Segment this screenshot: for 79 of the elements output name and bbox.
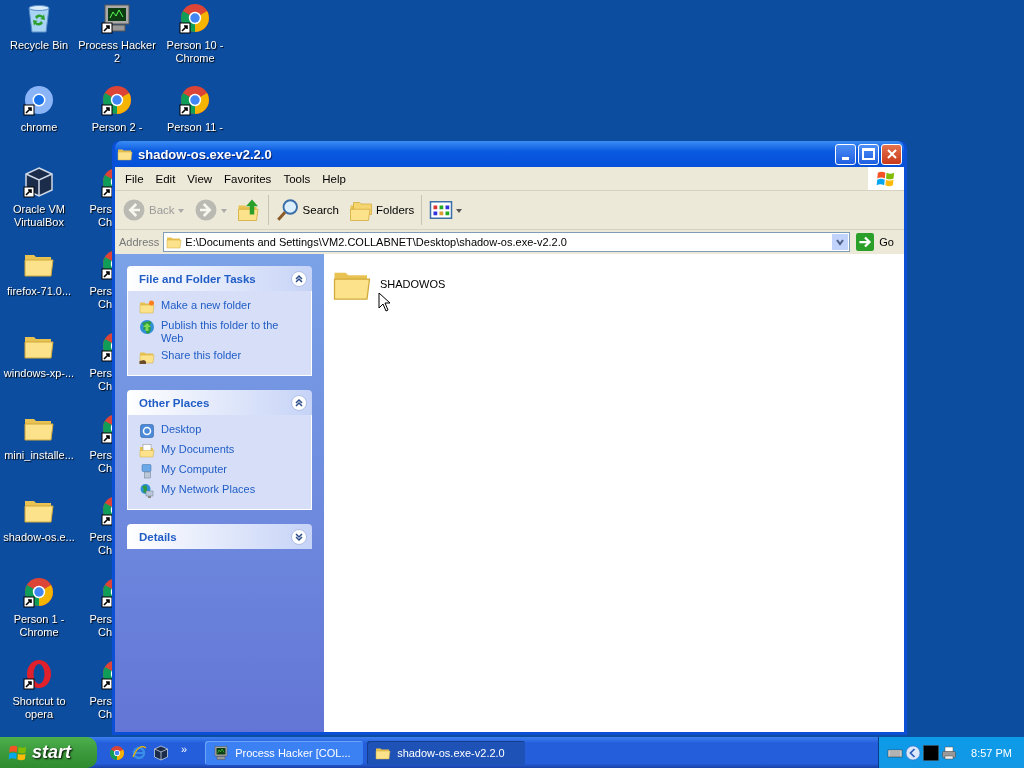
console-icon[interactable]: [923, 744, 940, 761]
close-button[interactable]: [881, 143, 902, 165]
close-icon: [886, 149, 897, 159]
icon-label: shadow-os.e...: [3, 531, 75, 544]
browser-icon[interactable]: [179, 2, 211, 34]
caret-icon: [835, 237, 846, 247]
icon-label: Person 1 - Chrome: [13, 613, 65, 639]
folder-icon: [139, 299, 155, 315]
more-chevron[interactable]: »: [175, 742, 194, 763]
icon-label: Process Hacker 2: [78, 39, 156, 65]
menu-item[interactable]: Help: [316, 172, 352, 185]
browser-icon[interactable]: [101, 84, 133, 116]
icon-label: Pers Ch: [89, 449, 112, 475]
icon-label: firefox-71.0...: [6, 285, 72, 298]
menu-item[interactable]: Tools: [277, 172, 317, 185]
network-icon: [139, 483, 155, 499]
icon-label: Oracle VM VirtualBox: [13, 203, 65, 229]
browser-icon[interactable]: [23, 576, 55, 608]
monitor-icon[interactable]: [101, 2, 133, 34]
start-button[interactable]: start: [0, 737, 97, 768]
clock: 8:57 PM: [971, 746, 1012, 759]
browser-icon[interactable]: [23, 84, 55, 116]
file-name[interactable]: SHADOWOS: [380, 278, 446, 290]
task-link[interactable]: Make a new folder: [161, 299, 251, 312]
icon-label: chrome: [20, 121, 58, 134]
icon-label: Pers Ch: [89, 695, 112, 721]
task-link[interactable]: My Network Places: [161, 483, 256, 496]
expand-icon[interactable]: [291, 528, 307, 545]
swoosh-icon[interactable]: [131, 744, 147, 761]
icon-label: Recycle Bin: [9, 39, 69, 52]
minimize-button[interactable]: [835, 143, 856, 165]
icon-label: Pers Ch: [89, 203, 112, 229]
panel-header[interactable]: Other Places: [127, 390, 312, 415]
icon-label: Pers Ch: [89, 285, 112, 311]
icon-label: Pers Ch: [89, 531, 112, 557]
collapse-icon[interactable]: [291, 394, 307, 411]
documents-icon: [139, 443, 155, 459]
icon-label: Person 2 -: [91, 121, 143, 134]
menu-item[interactable]: View: [181, 172, 219, 185]
icon-label: Pers Ch: [89, 613, 112, 639]
collapse-icon[interactable]: [291, 270, 307, 287]
monitor-icon: [213, 744, 230, 761]
views-icon: [429, 198, 454, 222]
task-link[interactable]: My Documents: [161, 443, 235, 456]
menu-item[interactable]: File: [119, 172, 150, 185]
taskbar-button[interactable]: shadow-os.exe-v2.2.0: [367, 740, 526, 765]
address-label: Address: [119, 236, 160, 248]
cube-icon[interactable]: [23, 166, 55, 198]
taskbar-button[interactable]: Process Hacker [COL...: [205, 740, 364, 765]
computer-icon: [139, 463, 155, 479]
panel-header[interactable]: Details: [127, 524, 312, 549]
panel-header[interactable]: File and Folder Tasks: [127, 266, 312, 291]
menu-item[interactable]: Edit: [149, 172, 182, 185]
search-button[interactable]: Search: [272, 196, 342, 224]
task-link[interactable]: Desktop: [161, 423, 202, 436]
icon-label: mini_installe...: [4, 449, 74, 462]
search-icon: [275, 198, 300, 222]
maximize-button[interactable]: [858, 143, 879, 165]
up-folder-icon: [236, 198, 261, 222]
task-link[interactable]: Publish this folder to the Web: [161, 319, 301, 345]
menu-item[interactable]: Favorites: [218, 172, 278, 185]
go-button[interactable]: Go: [854, 233, 900, 251]
window-title: shadow-os.exe-v2.2.0: [138, 146, 272, 162]
globe-icon: [139, 319, 155, 335]
icon-label: windows-xp-...: [3, 367, 75, 380]
address-field[interactable]: E:\Documents and Settings\VM2.COLLABNET\Desktop\shadow-os.exe-v2.2.0: [163, 232, 851, 252]
folders-button[interactable]: Folders: [346, 196, 418, 224]
printer-icon[interactable]: [941, 744, 958, 761]
icon-label: Pers Ch: [89, 367, 112, 393]
arrow-icon: [856, 233, 875, 251]
desktop-icon: [139, 423, 155, 439]
icon-label: Person 10 - Chrome: [166, 39, 224, 65]
task-link[interactable]: My Computer: [161, 463, 228, 476]
icon-label: Person 11 -: [166, 121, 224, 134]
browser-icon[interactable]: [179, 84, 211, 116]
dropdown-button[interactable]: [832, 234, 849, 250]
task-link[interactable]: Share this folder: [161, 349, 242, 362]
icon-label: Shortcut to opera: [12, 695, 66, 721]
cube-icon[interactable]: [153, 744, 169, 761]
